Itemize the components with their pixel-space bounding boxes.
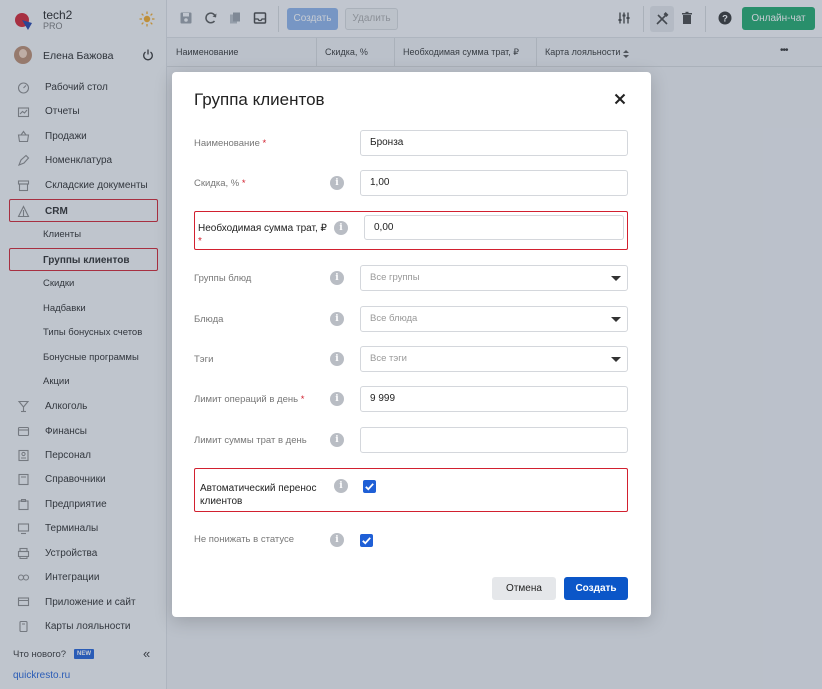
info-icon[interactable]: i (334, 479, 348, 493)
required-mark: * (300, 394, 305, 405)
ops-limit-label: Лимит операций в день * (194, 394, 305, 405)
tags-label: Тэги (194, 354, 214, 365)
no-downgrade-checkbox[interactable] (360, 534, 373, 547)
required-mark: * (198, 236, 202, 247)
chevron-down-icon (611, 276, 621, 281)
name-field[interactable]: Бронза (360, 130, 628, 156)
required-mark: * (262, 138, 267, 149)
spend-limit-label: Лимит суммы трат в день (194, 435, 307, 446)
info-icon[interactable]: i (330, 352, 344, 366)
info-icon[interactable]: i (334, 221, 348, 235)
check-icon (365, 483, 374, 491)
create-button[interactable]: Создать (564, 577, 628, 600)
required-mark: * (241, 178, 246, 189)
info-icon[interactable]: i (330, 176, 344, 190)
required-sum-field[interactable]: 0,00 (364, 215, 624, 240)
dishes-select[interactable]: Все блюда (360, 306, 628, 332)
discount-field[interactable]: 1,00 (360, 170, 628, 196)
dialog-title: Группа клиентов (194, 90, 325, 109)
close-icon[interactable] (613, 92, 627, 106)
auto-transfer-checkbox[interactable] (363, 480, 376, 493)
spend-limit-field[interactable] (360, 427, 628, 453)
info-icon[interactable]: i (330, 433, 344, 447)
client-group-dialog: Группа клиентов Наименование * Бронза Ск… (172, 72, 651, 617)
info-icon[interactable]: i (330, 392, 344, 406)
chevron-down-icon (611, 317, 621, 322)
ops-limit-field[interactable]: 9 999 (360, 386, 628, 412)
auto-transfer-label: Автоматический перенос клиентов (200, 483, 317, 507)
dishes-label: Блюда (194, 314, 224, 325)
info-icon[interactable]: i (330, 312, 344, 326)
info-icon[interactable]: i (330, 271, 344, 285)
check-icon (362, 537, 371, 545)
dish-groups-select[interactable]: Все группы (360, 265, 628, 291)
chevron-down-icon (611, 357, 621, 362)
dish-groups-label: Группы блюд (194, 273, 252, 284)
required-sum-label: Необходимая сумма трат, ₽ * (198, 223, 327, 247)
tags-select[interactable]: Все тэги (360, 346, 628, 372)
name-label: Наименование * (194, 138, 267, 149)
info-icon[interactable]: i (330, 533, 344, 547)
discount-label: Скидка, % * (194, 178, 246, 189)
no-downgrade-label: Не понижать в статусе (194, 534, 295, 545)
cancel-button[interactable]: Отмена (492, 577, 556, 600)
